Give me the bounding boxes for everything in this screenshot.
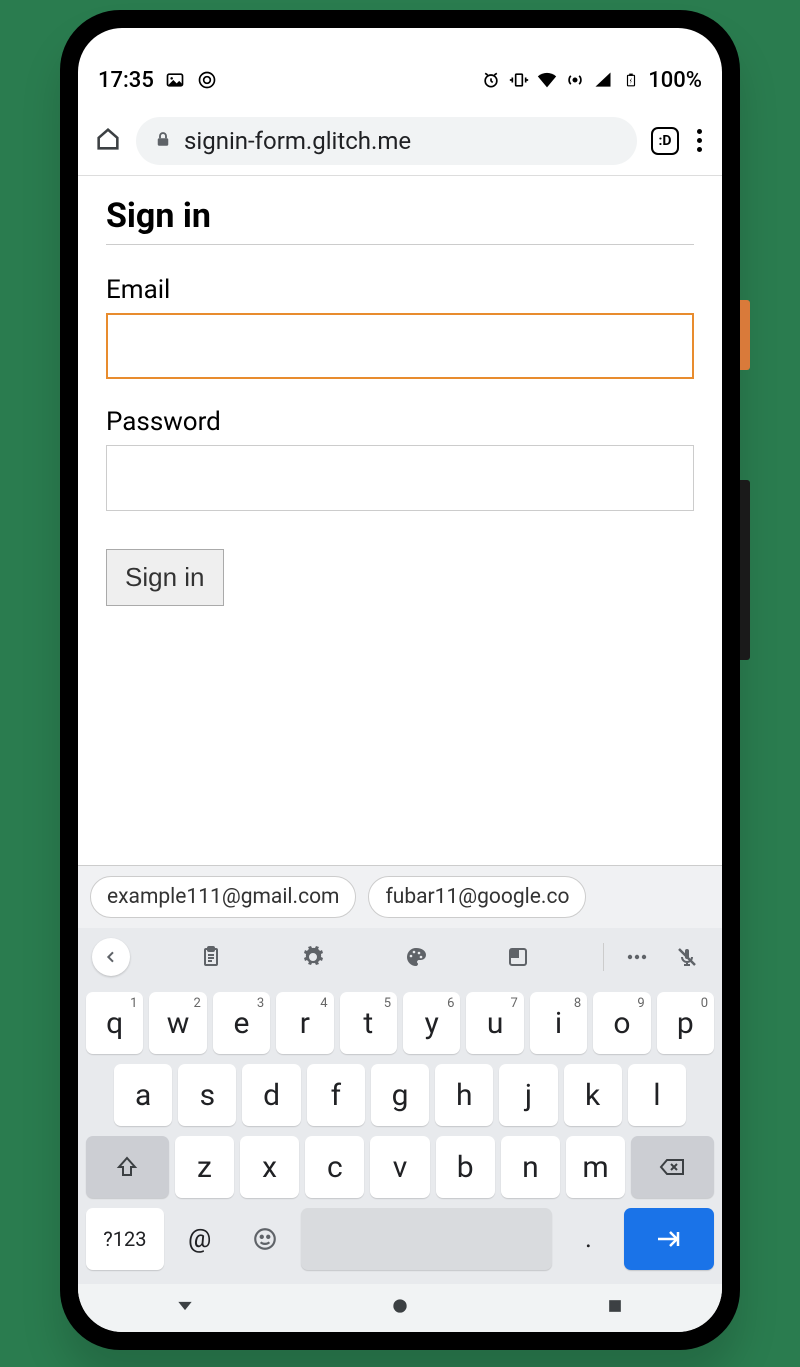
status-bar: 17:35 bbox=[78, 54, 722, 106]
key-emoji[interactable] bbox=[236, 1208, 296, 1270]
page-content: Sign in Email Password Sign in bbox=[78, 176, 722, 865]
menu-button[interactable] bbox=[693, 125, 706, 156]
key-t[interactable]: t5 bbox=[340, 992, 397, 1054]
phone-frame: 17:35 bbox=[60, 10, 740, 1350]
status-time: 17:35 bbox=[98, 68, 154, 93]
clipboard-icon[interactable] bbox=[190, 936, 232, 978]
key-c[interactable]: c bbox=[305, 1136, 364, 1198]
keyboard-toolbar bbox=[78, 928, 722, 986]
email-label: Email bbox=[106, 275, 694, 305]
image-icon bbox=[164, 69, 186, 91]
screen: 17:35 bbox=[78, 28, 722, 1332]
key-b[interactable]: b bbox=[436, 1136, 495, 1198]
key-d[interactable]: d bbox=[242, 1064, 300, 1126]
browser-toolbar: signin-form.glitch.me :D bbox=[78, 106, 722, 176]
url-bar[interactable]: signin-form.glitch.me bbox=[136, 117, 637, 165]
textedit-icon[interactable] bbox=[497, 936, 539, 978]
keyboard-row-1: q1w2e3r4t5y6u7i8o9p0 bbox=[86, 992, 714, 1054]
password-field-group: Password bbox=[106, 407, 694, 511]
phone-volume-button bbox=[740, 480, 750, 660]
key-at[interactable]: @ bbox=[170, 1208, 230, 1270]
vibrate-icon bbox=[508, 69, 530, 91]
more-icon[interactable] bbox=[616, 936, 658, 978]
nav-recents-button[interactable] bbox=[605, 1296, 625, 1320]
mic-off-icon[interactable] bbox=[666, 936, 708, 978]
tabs-button[interactable]: :D bbox=[651, 127, 679, 155]
key-i[interactable]: i8 bbox=[530, 992, 587, 1054]
keyboard-row-3: zxcvbnm bbox=[86, 1136, 714, 1198]
key-n[interactable]: n bbox=[501, 1136, 560, 1198]
suggestion-chip[interactable]: fubar11@google.co bbox=[368, 876, 586, 918]
keyboard: example111@gmail.com fubar11@google.co bbox=[78, 865, 722, 1284]
key-s[interactable]: s bbox=[178, 1064, 236, 1126]
key-j[interactable]: j bbox=[499, 1064, 557, 1126]
key-space[interactable] bbox=[301, 1208, 552, 1270]
key-e[interactable]: e3 bbox=[213, 992, 270, 1054]
email-input[interactable] bbox=[106, 313, 694, 379]
key-symbols[interactable]: ?123 bbox=[86, 1208, 164, 1270]
page-title: Sign in bbox=[106, 196, 694, 245]
gear-icon[interactable] bbox=[292, 936, 334, 978]
keyboard-row-4: ?123 @ . bbox=[86, 1208, 714, 1270]
key-u[interactable]: u7 bbox=[466, 992, 523, 1054]
key-a[interactable]: a bbox=[114, 1064, 172, 1126]
key-f[interactable]: f bbox=[307, 1064, 365, 1126]
key-m[interactable]: m bbox=[566, 1136, 625, 1198]
key-z[interactable]: z bbox=[175, 1136, 234, 1198]
android-nav-bar bbox=[78, 1284, 722, 1332]
key-dot[interactable]: . bbox=[558, 1208, 618, 1270]
suggestion-bar: example111@gmail.com fubar11@google.co bbox=[78, 866, 722, 928]
key-h[interactable]: h bbox=[435, 1064, 493, 1126]
signal-icon bbox=[592, 69, 614, 91]
key-w[interactable]: w2 bbox=[149, 992, 206, 1054]
key-l[interactable]: l bbox=[628, 1064, 686, 1126]
key-k[interactable]: k bbox=[564, 1064, 622, 1126]
collapse-icon[interactable] bbox=[92, 938, 130, 976]
key-g[interactable]: g bbox=[371, 1064, 429, 1126]
nav-home-button[interactable] bbox=[390, 1296, 410, 1320]
nav-back-button[interactable] bbox=[175, 1296, 195, 1320]
key-y[interactable]: y6 bbox=[403, 992, 460, 1054]
wifi-icon bbox=[536, 69, 558, 91]
phone-power-button bbox=[740, 300, 750, 370]
key-q[interactable]: q1 bbox=[86, 992, 143, 1054]
signin-button[interactable]: Sign in bbox=[106, 549, 224, 606]
keyboard-row-2: asdfghjkl bbox=[86, 1064, 714, 1126]
password-label: Password bbox=[106, 407, 694, 437]
email-field-group: Email bbox=[106, 275, 694, 379]
key-backspace[interactable] bbox=[631, 1136, 714, 1198]
key-o[interactable]: o9 bbox=[593, 992, 650, 1054]
key-enter[interactable] bbox=[624, 1208, 714, 1270]
hotspot-icon bbox=[564, 69, 586, 91]
url-text: signin-form.glitch.me bbox=[184, 127, 411, 155]
battery-percent: 100% bbox=[648, 68, 702, 93]
key-p[interactable]: p0 bbox=[657, 992, 714, 1054]
suggestion-chip[interactable]: example111@gmail.com bbox=[90, 876, 356, 918]
lock-icon bbox=[154, 127, 172, 155]
battery-icon bbox=[620, 69, 642, 91]
browse-icon bbox=[196, 69, 218, 91]
password-input[interactable] bbox=[106, 445, 694, 511]
home-icon[interactable] bbox=[94, 125, 122, 157]
key-r[interactable]: r4 bbox=[276, 992, 333, 1054]
key-v[interactable]: v bbox=[370, 1136, 429, 1198]
palette-icon[interactable] bbox=[395, 936, 437, 978]
alarm-icon bbox=[480, 69, 502, 91]
key-shift[interactable] bbox=[86, 1136, 169, 1198]
key-x[interactable]: x bbox=[240, 1136, 299, 1198]
